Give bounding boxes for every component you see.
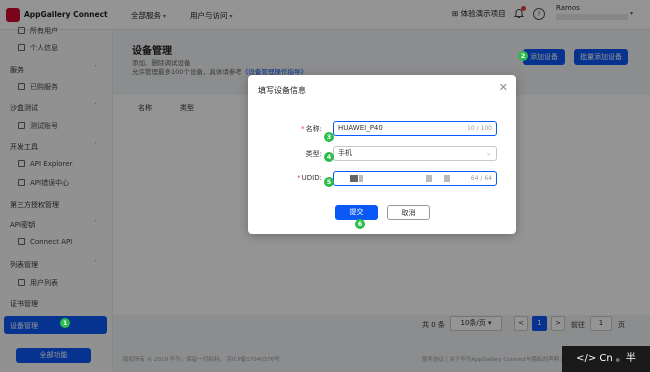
udid-char-count: 64 / 64 xyxy=(470,175,492,182)
device-name-input[interactable]: HUAWEI_P40 10 / 100 xyxy=(333,121,497,136)
device-type-select[interactable]: 手机 ⌄ xyxy=(333,146,497,161)
redacted-block xyxy=(359,175,363,182)
dialog-title: 填写设备信息 xyxy=(258,86,306,95)
device-type-value: 手机 xyxy=(338,149,352,157)
redacted-block xyxy=(350,175,358,182)
cancel-button[interactable]: 取消 xyxy=(387,205,430,220)
step-badge-2: 2 xyxy=(518,51,528,61)
name-char-count: 10 / 100 xyxy=(467,125,492,132)
udid-input[interactable]: 64 / 64 xyxy=(333,171,497,186)
device-info-dialog: 填写设备信息 ✕ *名称: HUAWEI_P40 10 / 100 类型: 手机 ⌄… xyxy=(248,75,516,234)
redacted-block xyxy=(444,175,450,182)
step-badge-1: 1 xyxy=(60,318,70,328)
step-badge-3: 3 xyxy=(324,132,334,142)
udid-label-text: UDID xyxy=(301,174,320,182)
step-badge-6: 6 xyxy=(355,219,365,229)
type-label-text: 类型 xyxy=(305,150,320,158)
udid-label: *UDID: xyxy=(297,174,322,182)
watermark-logo: </> Cn 。半 xyxy=(562,346,650,372)
name-label: *名称: xyxy=(301,125,322,133)
name-label-text: 名称 xyxy=(305,125,320,133)
step-badge-5: 5 xyxy=(324,177,334,187)
step-badge-4: 4 xyxy=(324,152,334,162)
required-mark: * xyxy=(301,125,305,133)
redacted-block xyxy=(426,175,432,182)
close-icon[interactable]: ✕ xyxy=(499,81,508,94)
submit-button[interactable]: 提交 xyxy=(335,205,378,220)
device-name-value: HUAWEI_P40 xyxy=(338,124,383,132)
type-label: 类型: xyxy=(305,150,322,158)
required-mark: * xyxy=(297,174,301,182)
chevron-down-icon: ⌄ xyxy=(485,150,491,157)
